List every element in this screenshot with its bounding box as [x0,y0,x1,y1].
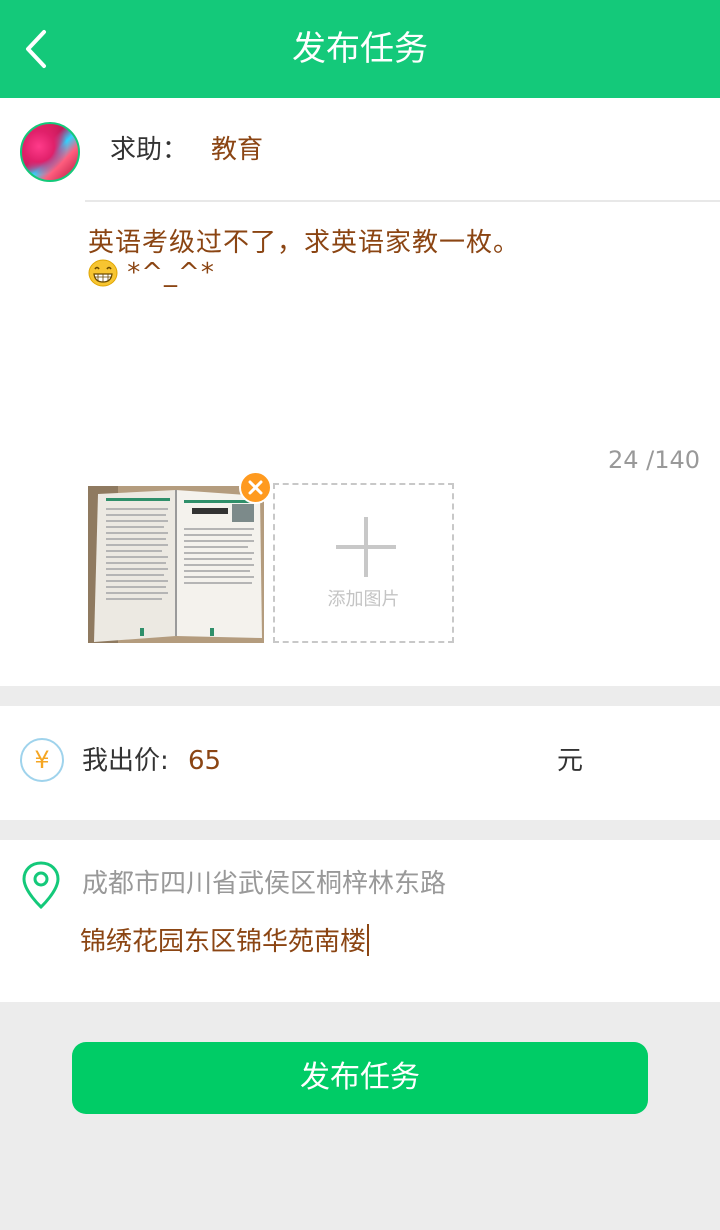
uploaded-photo-thumbnail[interactable] [88,486,264,643]
price-card: ¥ 我出价: 元 [0,706,720,820]
price-label: 我出价: [82,746,169,776]
avatar[interactable] [20,122,80,182]
publish-task-button[interactable]: 发布任务 [72,1042,648,1114]
add-photo-label: 添加图片 [327,589,400,610]
text-cursor [367,924,370,956]
help-label: 求助： [110,135,189,165]
address-city[interactable]: 成都市四川省武侯区桐梓林东路 [82,866,446,902]
location-card: 成都市四川省武侯区桐梓林东路 锦绣花园东区锦华苑南楼 [0,840,720,1002]
add-photo-button[interactable]: 添加图片 [273,483,454,643]
header-bar: 发布任务 [0,0,720,98]
address-detail-input[interactable]: 锦绣花园东区锦华苑南楼 [80,924,370,960]
grinning-face-icon [88,259,118,287]
request-card: 求助： 教育 英语考级过不了，求英语家教一枚。 *^_^* 24 /140 添加… [0,98,720,686]
address-detail-text: 锦绣花园东区锦华苑南楼 [80,927,367,957]
description-text: 英语考级过不了，求英语家教一枚。 [88,228,521,258]
location-pin-icon [22,861,60,910]
close-icon [248,480,263,495]
description-suffix: *^_^* [127,258,215,288]
page-title: 发布任务 [292,29,428,69]
divider [85,200,720,202]
help-category[interactable]: 教育 [211,132,263,168]
price-unit: 元 [557,746,584,776]
price-input[interactable] [188,740,528,782]
char-counter: 24 /140 [607,446,700,474]
remove-photo-button[interactable] [239,471,272,504]
plus-icon [336,517,396,577]
yen-icon: ¥ [20,738,64,782]
description-input[interactable]: 英语考级过不了，求英语家教一枚。 *^_^* [88,228,688,288]
book-photo [88,486,264,643]
